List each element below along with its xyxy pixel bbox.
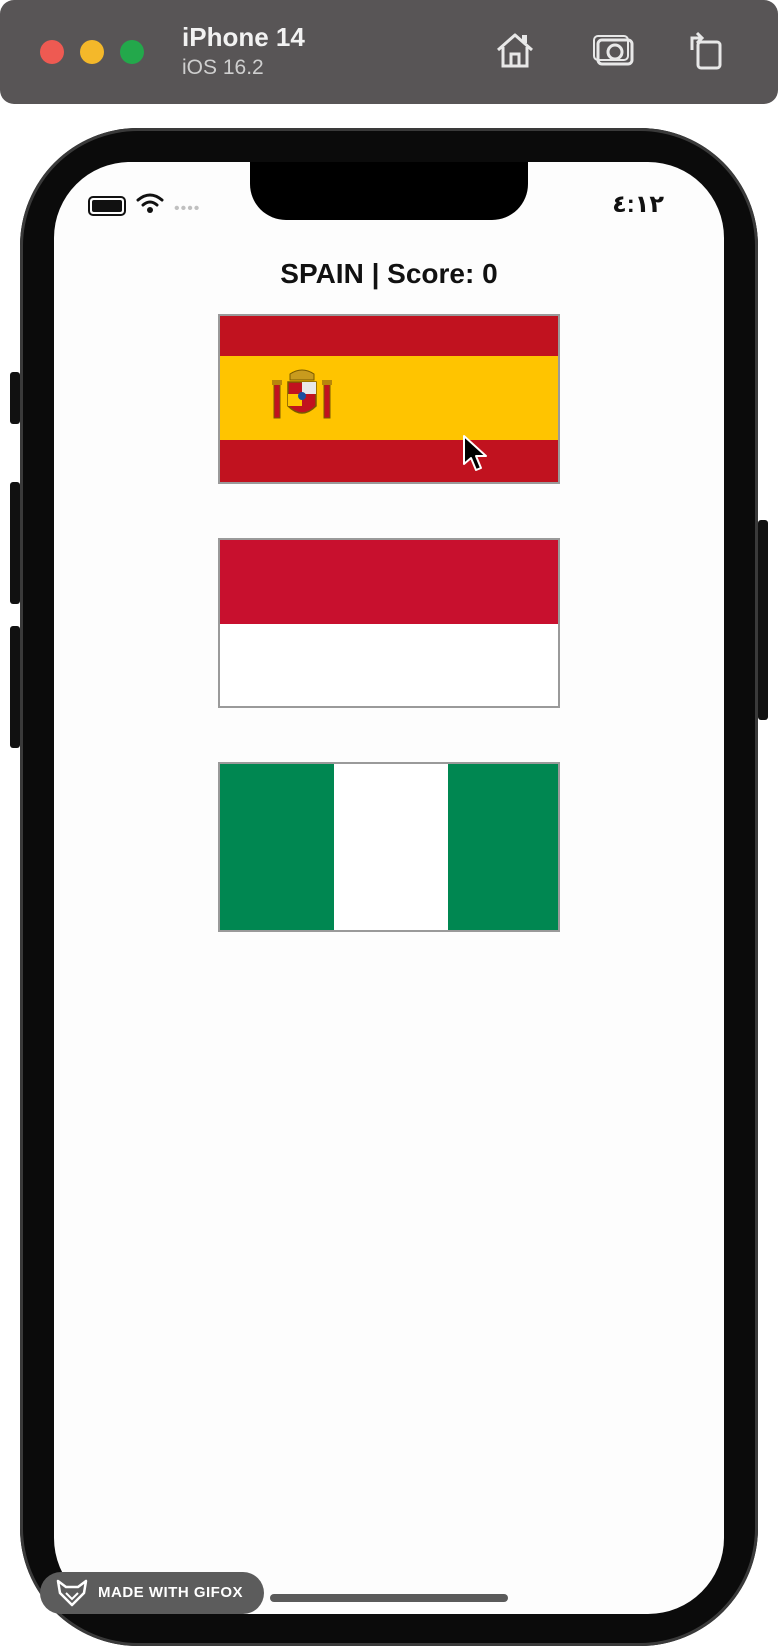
mute-switch bbox=[10, 372, 20, 424]
spanish-coat-of-arms-icon bbox=[272, 369, 332, 419]
flag-button-red-white[interactable] bbox=[218, 538, 560, 708]
signal-dots-icon: •••• bbox=[174, 200, 201, 217]
wifi-icon bbox=[136, 193, 164, 213]
flag-button-nigeria[interactable] bbox=[218, 762, 560, 932]
home-icon bbox=[497, 33, 533, 68]
rotate-icon bbox=[690, 31, 722, 70]
power-button[interactable] bbox=[758, 520, 768, 720]
home-button[interactable] bbox=[490, 26, 540, 76]
flag-stripe bbox=[220, 440, 558, 482]
screenshot-icon bbox=[593, 35, 634, 66]
flag-button-spain[interactable] bbox=[218, 314, 560, 484]
game-title: SPAIN | Score: 0 bbox=[280, 258, 498, 289]
home-indicator[interactable] bbox=[270, 1594, 508, 1602]
gifox-watermark: MADE WITH GIFOX bbox=[40, 1572, 264, 1614]
rotate-button[interactable] bbox=[680, 26, 730, 76]
notch bbox=[250, 162, 528, 220]
device-name: iPhone 14 bbox=[182, 22, 305, 52]
flag-stripe bbox=[220, 764, 334, 930]
mouse-cursor-icon bbox=[463, 435, 487, 471]
flag-stripe bbox=[220, 624, 558, 706]
battery-icon bbox=[88, 196, 126, 216]
app-screen: •••• ٤:١٢ SPAIN | Score: 0 bbox=[54, 162, 724, 1614]
flag-stripe bbox=[448, 764, 558, 930]
flag-stripe bbox=[220, 540, 558, 624]
status-time: ٤:١٢ bbox=[612, 191, 664, 218]
os-version: iOS 16.2 bbox=[182, 56, 264, 79]
zoom-window-button[interactable] bbox=[120, 40, 144, 64]
minimize-window-button[interactable] bbox=[80, 40, 104, 64]
simulator-title-bar: iPhone 14 iOS 16.2 bbox=[0, 0, 778, 104]
flag-stripe bbox=[334, 764, 448, 930]
flag-stripe bbox=[220, 316, 558, 356]
screenshot-button[interactable] bbox=[590, 26, 640, 76]
close-window-button[interactable] bbox=[40, 40, 64, 64]
volume-up-button[interactable] bbox=[10, 482, 20, 604]
gifox-watermark-text: MADE WITH GIFOX bbox=[98, 1584, 243, 1601]
fox-logo-icon bbox=[56, 1579, 88, 1607]
volume-down-button[interactable] bbox=[10, 626, 20, 748]
